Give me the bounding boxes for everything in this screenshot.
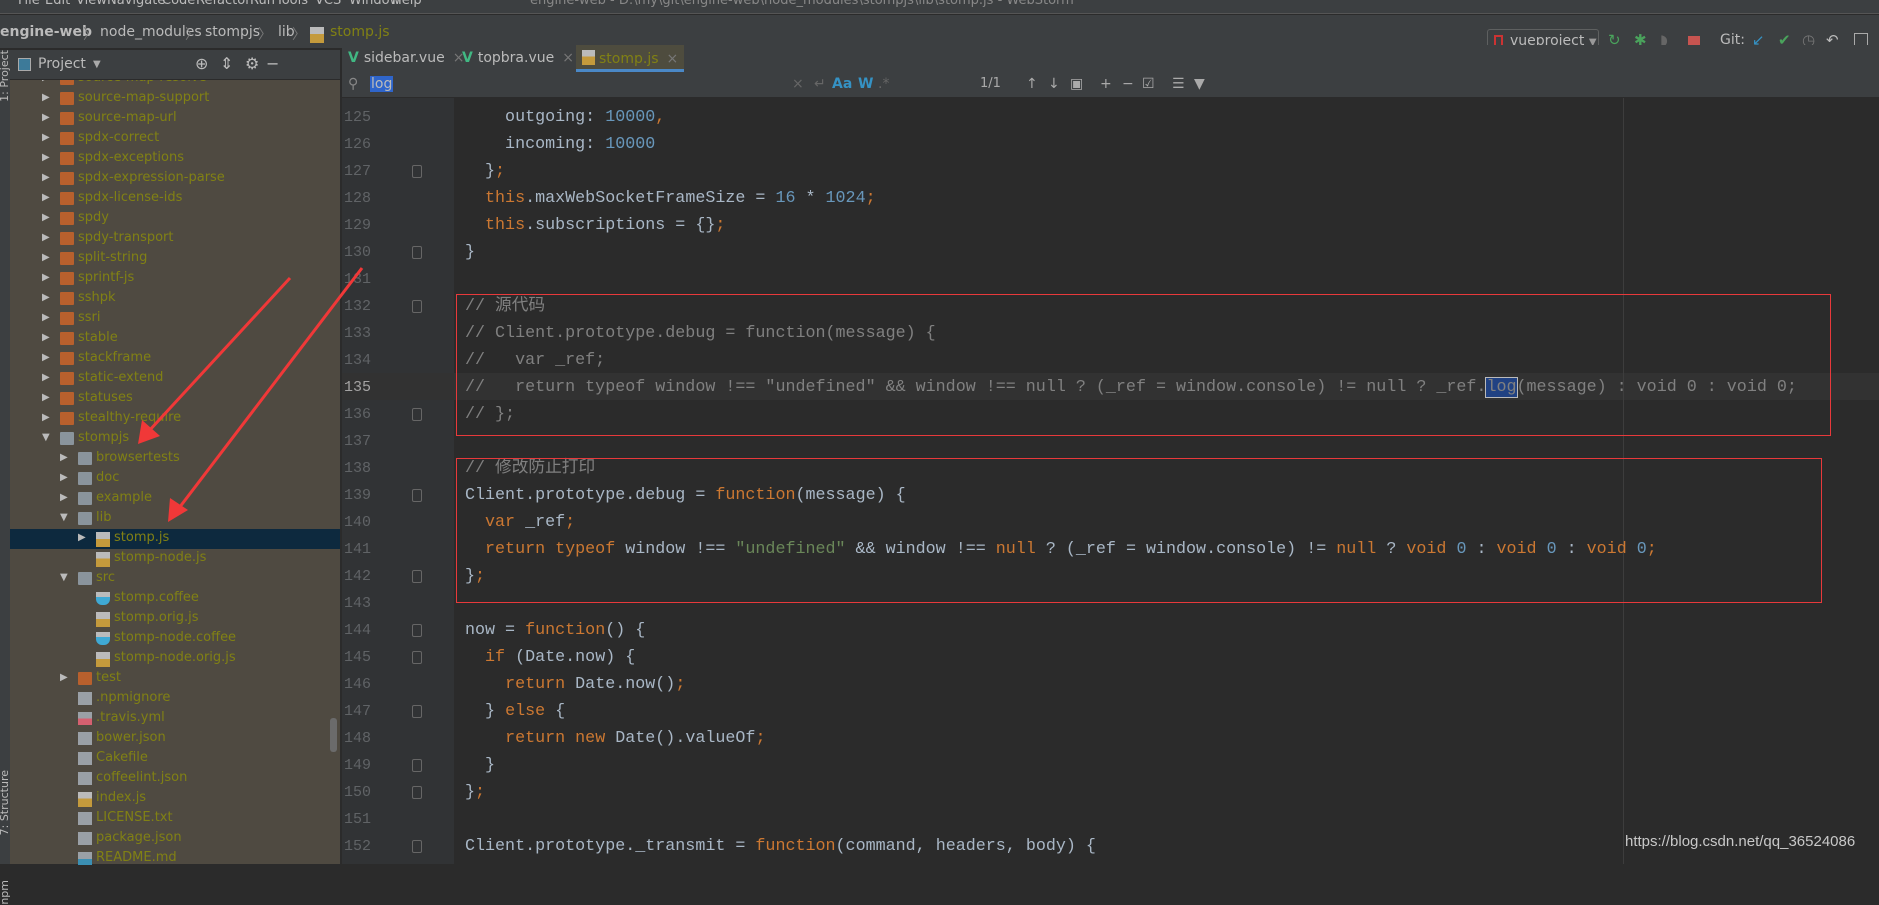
annotation-arrows [138,267,364,522]
watermark: https://blog.csdn.net/qq_36524086 [1625,833,1856,850]
annotation-arrow-stomp-js [174,267,364,513]
annotation-arrow-stompjs [146,276,292,434]
npm-tool-window-button[interactable]: npm [0,880,11,905]
